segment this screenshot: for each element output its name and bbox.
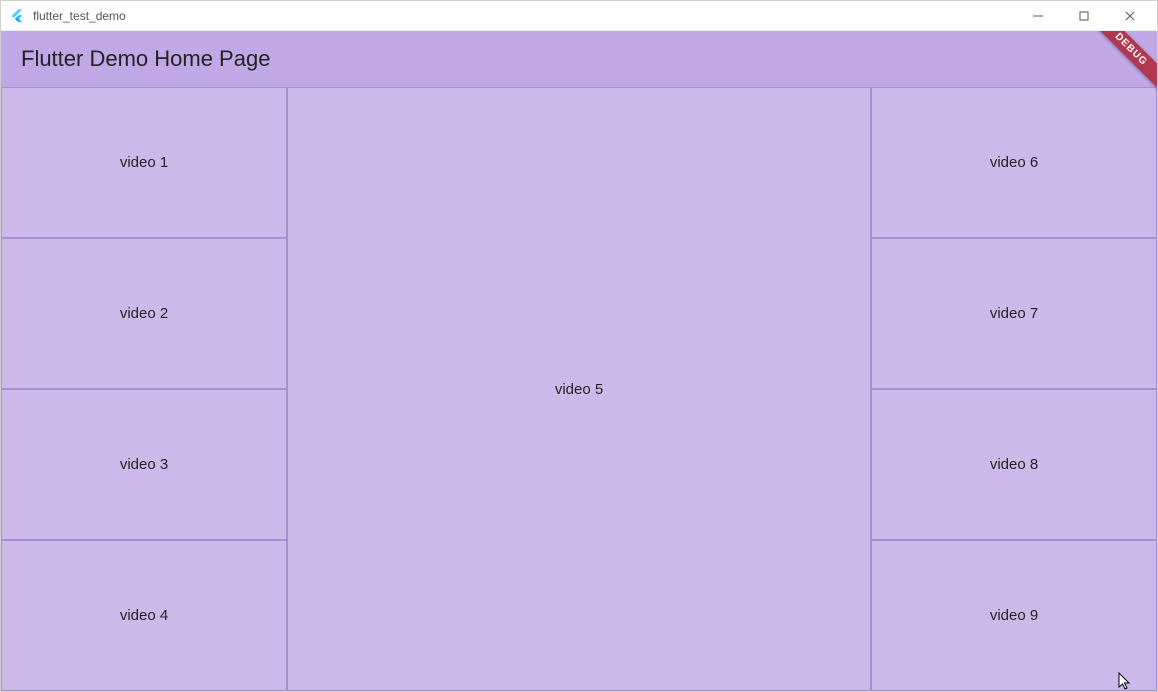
video-label: video 5 — [555, 381, 603, 398]
left-column: video 1 video 2 video 3 video 4 — [1, 87, 287, 691]
close-button[interactable] — [1107, 1, 1153, 31]
video-label: video 2 — [120, 305, 168, 322]
window: flutter_test_demo Flutter Demo Home Page… — [0, 0, 1158, 692]
video-grid: video 1 video 2 video 3 video 4 video 5 … — [1, 87, 1157, 691]
video-label: video 6 — [990, 154, 1038, 171]
video-tile[interactable]: video 7 — [871, 238, 1157, 389]
video-label: video 8 — [990, 456, 1038, 473]
maximize-button[interactable] — [1061, 1, 1107, 31]
video-label: video 1 — [120, 154, 168, 171]
flutter-logo-icon — [9, 8, 25, 24]
window-title: flutter_test_demo — [33, 9, 126, 23]
video-tile[interactable]: video 6 — [871, 87, 1157, 238]
video-tile[interactable]: video 3 — [1, 389, 287, 540]
video-tile[interactable]: video 8 — [871, 389, 1157, 540]
center-column: video 5 — [287, 87, 871, 691]
video-label: video 3 — [120, 456, 168, 473]
app-root: Flutter Demo Home Page video 1 video 2 v… — [1, 31, 1157, 691]
appbar: Flutter Demo Home Page — [1, 31, 1157, 87]
video-tile[interactable]: video 4 — [1, 540, 287, 691]
minimize-button[interactable] — [1015, 1, 1061, 31]
titlebar[interactable]: flutter_test_demo — [1, 1, 1157, 31]
video-label: video 9 — [990, 607, 1038, 624]
video-tile[interactable]: video 2 — [1, 238, 287, 389]
video-tile[interactable]: video 1 — [1, 87, 287, 238]
video-tile-main[interactable]: video 5 — [287, 87, 871, 691]
right-column: video 6 video 7 video 8 video 9 — [871, 87, 1157, 691]
video-label: video 4 — [120, 607, 168, 624]
video-label: video 7 — [990, 305, 1038, 322]
video-tile[interactable]: video 9 — [871, 540, 1157, 691]
appbar-title: Flutter Demo Home Page — [21, 46, 270, 72]
